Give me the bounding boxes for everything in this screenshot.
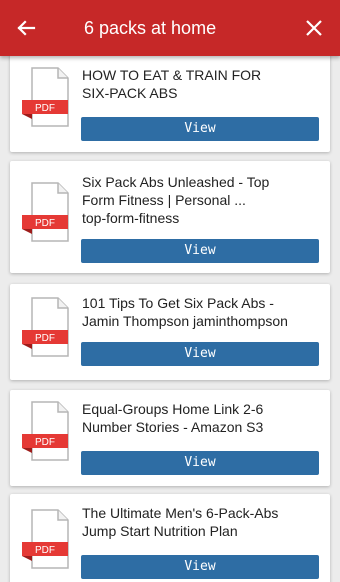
app-bar: 6 packs at home <box>0 0 340 56</box>
pdf-file-icon: PDF <box>22 509 69 569</box>
result-card[interactable]: PDF 101 Tips To Get Six Pack Abs - Jamin… <box>10 284 330 380</box>
result-title: The Ultimate Men's 6-Pack-Abs Jump Start… <box>82 505 279 539</box>
result-card[interactable]: PDF HOW TO EAT & TRAIN FOR SIX-PACK ABS … <box>10 56 330 152</box>
pdf-badge-label: PDF <box>35 103 55 114</box>
arrow-left-icon <box>17 20 36 36</box>
close-button[interactable] <box>300 14 328 42</box>
pdf-file-icon: PDF <box>22 297 69 357</box>
pdf-badge-label: PDF <box>35 545 55 556</box>
result-title: Equal-Groups Home Link 2-6 Number Storie… <box>82 401 264 435</box>
result-title: Six Pack Abs Unleashed - Top Form Fitnes… <box>82 174 270 226</box>
result-card[interactable]: PDF The Ultimate Men's 6-Pack-Abs Jump S… <box>10 494 330 582</box>
view-button[interactable]: View <box>81 342 319 366</box>
result-title: 101 Tips To Get Six Pack Abs - Jamin Tho… <box>82 295 288 329</box>
page-title: 6 packs at home <box>84 18 217 38</box>
results-list[interactable]: PDF HOW TO EAT & TRAIN FOR SIX-PACK ABS … <box>0 56 340 582</box>
pdf-badge-label: PDF <box>35 218 55 229</box>
result-card[interactable]: PDF Equal-Groups Home Link 2-6 Number St… <box>10 390 330 486</box>
view-button[interactable]: View <box>81 117 319 141</box>
pdf-file-icon: PDF <box>22 67 69 127</box>
result-title: HOW TO EAT & TRAIN FOR SIX-PACK ABS <box>82 67 262 101</box>
close-icon <box>306 20 322 36</box>
view-button[interactable]: View <box>81 555 319 579</box>
result-card[interactable]: PDF Six Pack Abs Unleashed - Top Form Fi… <box>10 161 330 273</box>
view-button[interactable]: View <box>81 239 319 263</box>
view-button[interactable]: View <box>81 451 319 475</box>
back-button[interactable] <box>12 14 40 42</box>
pdf-file-icon: PDF <box>22 182 69 242</box>
pdf-file-icon: PDF <box>22 401 69 461</box>
pdf-badge-label: PDF <box>35 333 55 344</box>
pdf-badge-label: PDF <box>35 437 55 448</box>
